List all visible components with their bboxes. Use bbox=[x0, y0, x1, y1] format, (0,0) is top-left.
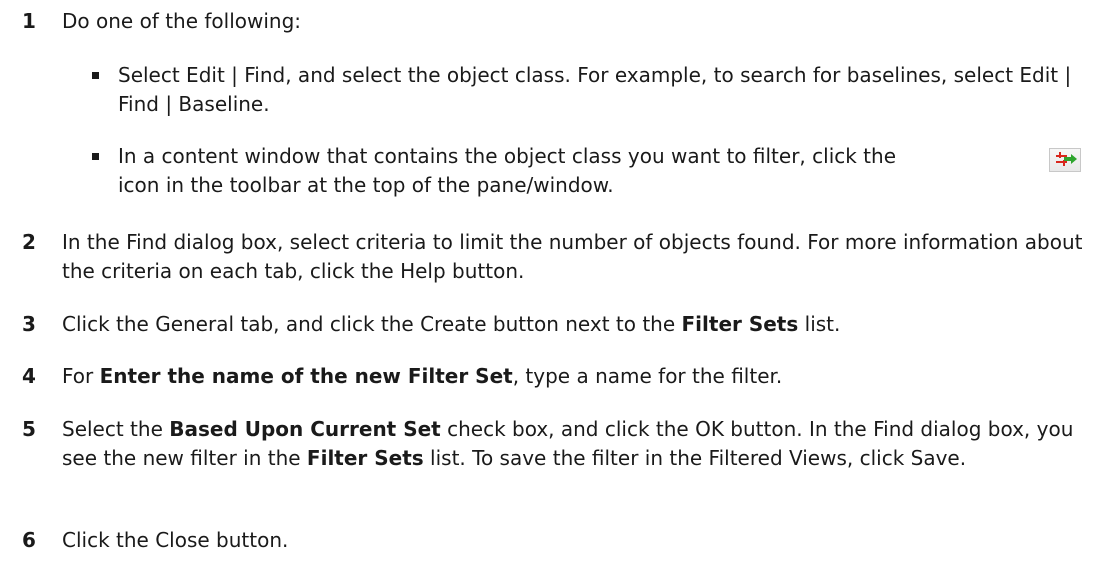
step-text: Select the Based Upon Current Set check … bbox=[62, 417, 1074, 470]
option-text-before-icon: In a content window that contains the ob… bbox=[118, 144, 897, 168]
filter-toolbar-icon bbox=[1049, 148, 1081, 172]
ui-term: Filter Sets bbox=[681, 312, 799, 336]
step-number: 5 bbox=[22, 417, 36, 441]
step-number: 3 bbox=[22, 312, 36, 336]
step-text: Click the General tab, and click the Cre… bbox=[62, 312, 841, 336]
step-number: 4 bbox=[22, 364, 36, 388]
option-text-after-icon: icon in the toolbar at the top of the pa… bbox=[118, 173, 614, 197]
step-text: Do one of the following: bbox=[62, 9, 302, 33]
option-text: Select Edit | Find, and select the objec… bbox=[118, 63, 1072, 116]
ui-term: Filter Sets bbox=[306, 446, 424, 470]
procedure-document: 1 Do one of the following: Select Edit |… bbox=[0, 0, 1104, 576]
ui-term: Enter the name of the new Filter Set bbox=[99, 364, 513, 388]
bullet-marker bbox=[92, 153, 99, 160]
step-text: In the Find dialog box, select criteria … bbox=[62, 230, 1083, 283]
bullet-marker bbox=[92, 72, 99, 79]
ui-term: Based Upon Current Set bbox=[169, 417, 441, 441]
step-text: For Enter the name of the new Filter Set… bbox=[62, 364, 783, 388]
step-text: Click the Close button. bbox=[62, 528, 289, 552]
step-number: 6 bbox=[22, 528, 36, 552]
step-number: 2 bbox=[22, 230, 36, 254]
step-number: 1 bbox=[22, 9, 36, 33]
